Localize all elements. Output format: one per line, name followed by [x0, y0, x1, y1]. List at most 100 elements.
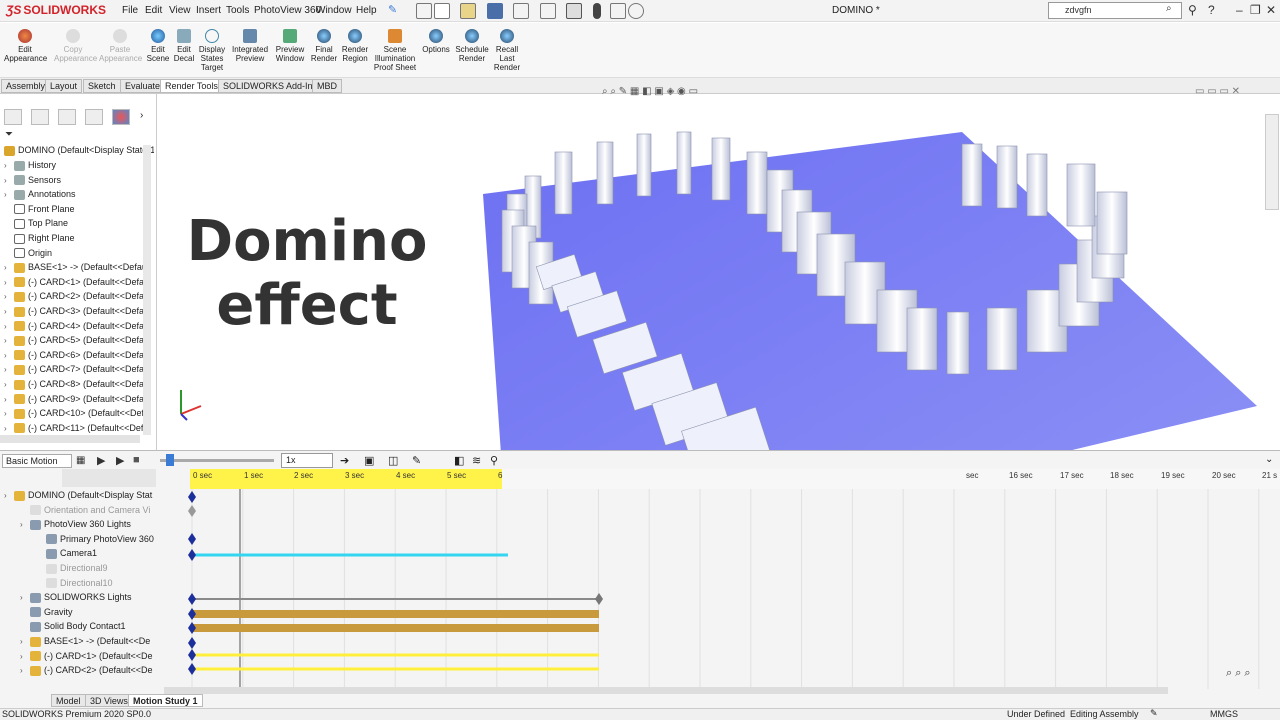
- tree-item[interactable]: Front Plane: [4, 204, 154, 218]
- new-document-icon[interactable]: [434, 3, 450, 19]
- close-icon[interactable]: ✕: [1266, 3, 1276, 17]
- motion-tree-item[interactable]: › SOLIDWORKS Lights: [20, 592, 177, 607]
- tree-item[interactable]: › (-) CARD<9> (Default<<Defau: [4, 394, 154, 408]
- chevron-right-icon[interactable]: ›: [140, 110, 143, 121]
- collapse-motion-icon[interactable]: ⌄: [1265, 454, 1273, 465]
- copy-appearance-button[interactable]: Copy Appearance: [54, 29, 97, 63]
- playback-slider-thumb[interactable]: [166, 454, 174, 466]
- keyframe-diamond[interactable]: [188, 593, 196, 605]
- save-icon[interactable]: [487, 3, 503, 19]
- rebuild-icon[interactable]: ✎: [1150, 708, 1158, 719]
- configurationmanager-tab-icon[interactable]: [58, 109, 76, 125]
- calculate-icon[interactable]: ▦: [76, 455, 85, 466]
- keyframe-diamond[interactable]: [188, 491, 196, 503]
- edit-scene-button[interactable]: Edit Scene: [146, 29, 170, 63]
- final-render-button[interactable]: Final Render: [310, 29, 338, 63]
- stop-icon[interactable]: ■: [133, 454, 140, 466]
- tree-item[interactable]: › Sensors: [4, 175, 154, 189]
- tree-item[interactable]: › (-) CARD<1> (Default<<Defau: [4, 277, 154, 291]
- tree-item[interactable]: › Annotations: [4, 189, 154, 203]
- tree-item[interactable]: Right Plane: [4, 233, 154, 247]
- tree-item[interactable]: › (-) CARD<6> (Default<<Defau: [4, 350, 154, 364]
- expand-arrow-icon[interactable]: ›: [4, 190, 14, 199]
- tree-item[interactable]: › (-) CARD<8> (Default<<Defau: [4, 379, 154, 393]
- edit-decal-button[interactable]: Edit Decal: [172, 29, 196, 63]
- propertymanager-tab-icon[interactable]: [31, 109, 49, 125]
- pin-icon[interactable]: ✎: [388, 3, 404, 19]
- keyframe-diamond[interactable]: [188, 505, 196, 517]
- print-icon[interactable]: [513, 3, 529, 19]
- keyframe-diamond[interactable]: [188, 637, 196, 649]
- tree-item[interactable]: Top Plane: [4, 218, 154, 232]
- keyframe-diamond[interactable]: [188, 549, 196, 561]
- help-icon[interactable]: ?: [1208, 3, 1215, 17]
- motor-icon[interactable]: ◧: [454, 454, 464, 467]
- animation-wizard-icon[interactable]: ◫: [388, 454, 398, 467]
- expand-arrow-icon[interactable]: ›: [20, 637, 30, 646]
- restore-icon[interactable]: ❐: [1250, 3, 1261, 17]
- motion-tree-item[interactable]: › BASE<1> -> (Default<<De: [20, 636, 177, 651]
- expand-arrow-icon[interactable]: ›: [4, 161, 14, 170]
- motion-tree-item[interactable]: Solid Body Contact1: [20, 621, 177, 636]
- tab-sketch[interactable]: Sketch: [83, 79, 121, 93]
- status-units[interactable]: MMGS: [1210, 709, 1238, 719]
- menu-file[interactable]: File: [122, 5, 138, 16]
- tab-solidworks-addins[interactable]: SOLIDWORKS Add-Ins: [218, 79, 323, 93]
- expand-arrow-icon[interactable]: ›: [4, 365, 14, 374]
- expand-arrow-icon[interactable]: ›: [20, 652, 30, 661]
- edit-appearance-button[interactable]: Edit Appearance: [4, 29, 47, 63]
- expand-arrow-icon[interactable]: ›: [4, 278, 14, 287]
- search-input[interactable]: zdvgfn: [1048, 2, 1182, 19]
- expand-arrow-icon[interactable]: ›: [20, 520, 30, 529]
- featuremanager-tab-icon[interactable]: [4, 109, 22, 125]
- menu-insert[interactable]: Insert: [196, 5, 221, 16]
- tree-item[interactable]: › (-) CARD<4> (Default<<Defau: [4, 321, 154, 335]
- zoom-controls[interactable]: ⌕ ⌕ ⌕: [1226, 667, 1251, 680]
- user-icon[interactable]: ⚲: [1188, 3, 1197, 17]
- scene-illumination-button[interactable]: Scene Illumination Proof Sheet: [372, 29, 418, 72]
- menu-photoview[interactable]: PhotoView 360: [254, 5, 321, 16]
- tab-render-tools[interactable]: Render Tools: [160, 79, 223, 93]
- play-icon[interactable]: ▶: [116, 454, 124, 467]
- tree-item[interactable]: › (-) CARD<3> (Default<<Defau: [4, 306, 154, 320]
- expand-arrow-icon[interactable]: ›: [4, 424, 14, 433]
- expand-arrow-icon[interactable]: ›: [4, 380, 14, 389]
- tab-model[interactable]: Model: [51, 694, 86, 707]
- view-toolbar[interactable]: ⌕ ⌕ ✎ ▦ ◧ ▣ ◈ ◉ ▭: [602, 86, 698, 97]
- playback-slider[interactable]: [160, 459, 274, 462]
- expand-arrow-icon[interactable]: ›: [4, 351, 14, 360]
- render-region-button[interactable]: Render Region: [341, 29, 369, 63]
- select-icon[interactable]: [566, 3, 582, 19]
- tab-mbd[interactable]: MBD: [312, 79, 342, 93]
- keyframe-diamond[interactable]: [188, 649, 196, 661]
- save-animation-icon[interactable]: ▣: [364, 454, 374, 467]
- tab-assembly[interactable]: Assembly: [1, 79, 51, 93]
- expand-arrow-icon[interactable]: ›: [4, 491, 14, 500]
- tree-item[interactable]: › (-) CARD<5> (Default<<Defau: [4, 335, 154, 349]
- tree-item[interactable]: Origin: [4, 248, 154, 262]
- expand-arrow-icon[interactable]: ›: [4, 322, 14, 331]
- schedule-render-button[interactable]: Schedule Render: [455, 29, 489, 63]
- tree-item[interactable]: › (-) CARD<10> (Default<<Defa: [4, 408, 154, 422]
- keyframe-diamond[interactable]: [188, 622, 196, 634]
- tree-item[interactable]: › (-) CARD<7> (Default<<Defau: [4, 364, 154, 378]
- expand-arrow-icon[interactable]: ›: [4, 292, 14, 301]
- viewport-window-controls[interactable]: ▭ ▭ ▭ ✕: [1195, 86, 1240, 97]
- tree-vertical-scrollbar[interactable]: [143, 145, 151, 435]
- expand-arrow-icon[interactable]: ›: [4, 263, 14, 272]
- lights-key[interactable]: [595, 593, 603, 605]
- tab-motion-study-1[interactable]: Motion Study 1: [128, 694, 203, 707]
- paste-appearance-button[interactable]: Paste Appearance: [99, 29, 142, 63]
- integrated-preview-button[interactable]: Integrated Preview: [230, 29, 270, 63]
- motion-tree-item[interactable]: Gravity: [20, 607, 177, 622]
- expand-arrow-icon[interactable]: ›: [4, 336, 14, 345]
- open-icon[interactable]: [460, 3, 476, 19]
- expand-arrow-icon[interactable]: ›: [4, 307, 14, 316]
- dimxpert-tab-icon[interactable]: [85, 109, 103, 125]
- motion-tree-item[interactable]: › PhotoView 360 Lights: [20, 519, 177, 534]
- spring-icon[interactable]: ≋: [472, 454, 481, 467]
- tree-horizontal-scrollbar[interactable]: [0, 435, 140, 443]
- home-icon[interactable]: [416, 3, 432, 19]
- menu-edit[interactable]: Edit: [145, 5, 162, 16]
- tab-evaluate[interactable]: Evaluate: [120, 79, 166, 93]
